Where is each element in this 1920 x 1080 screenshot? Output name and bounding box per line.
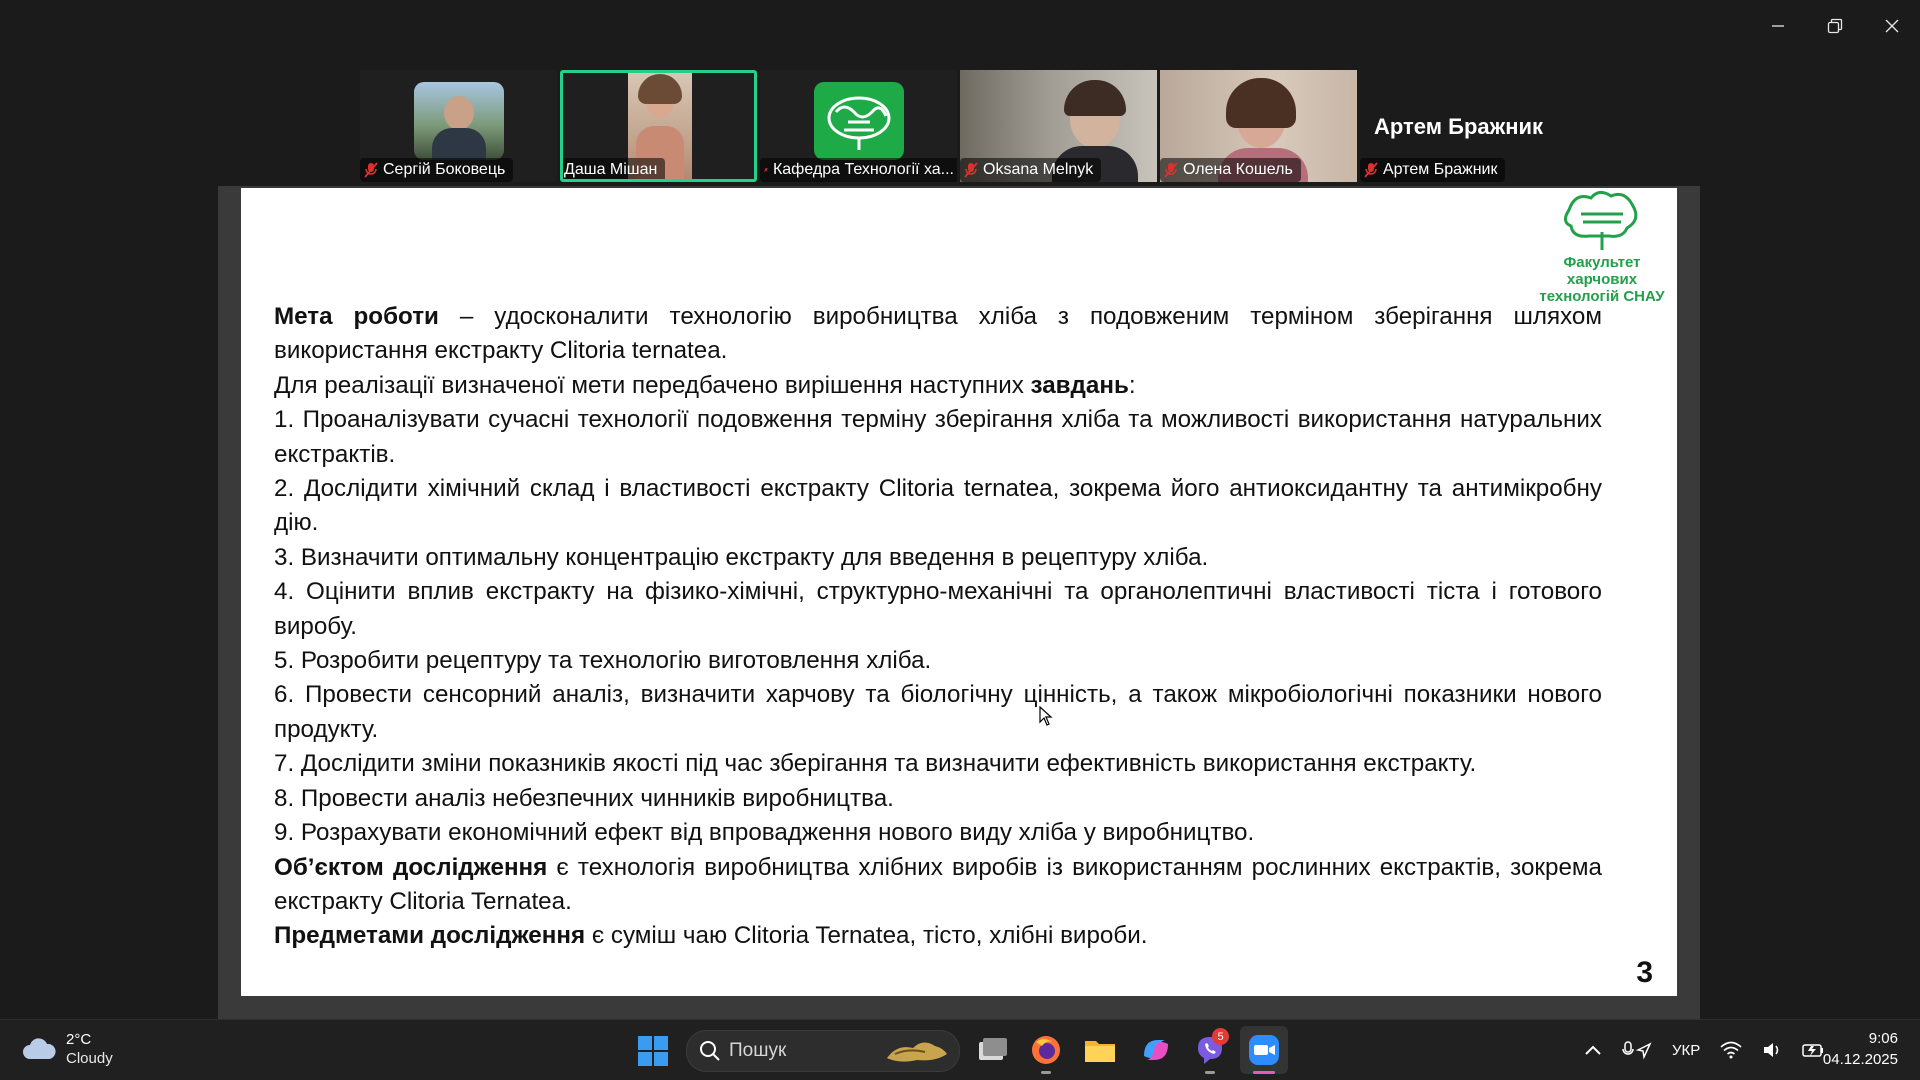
subject-text: є суміш чаю Clitoria Ternatea, тісто, хл… [585, 922, 1148, 950]
aim-paragraph: Мета роботи – удосконалити технологію ви… [274, 300, 1602, 369]
participant-tile[interactable]: Сергій Боковець [360, 70, 557, 182]
language-indicator[interactable]: УКР [1672, 1042, 1700, 1059]
subject-paragraph: Предметами дослідження є суміш чаю Clito… [274, 919, 1602, 953]
presentation-slide: Факультет харчових технологій СНАУ Мета … [241, 188, 1677, 996]
task-item: 4. Оцінити вплив екстракту на фізико-хім… [274, 578, 1602, 640]
faculty-logo-text: Факультет харчових технологій СНАУ [1539, 254, 1665, 305]
zoom-icon[interactable] [1246, 1032, 1282, 1068]
participant-name: Артем Бражник [1383, 161, 1498, 178]
chevron-up-icon[interactable] [1584, 1044, 1602, 1056]
weather-widget[interactable]: 2°C Cloudy [22, 1030, 113, 1068]
faculty-logo-icon [1564, 191, 1638, 250]
participant-name: Кафедра Технології ха... [772, 161, 954, 178]
participant-tile[interactable]: Oksana Melnyk [960, 70, 1157, 182]
participant-name-tag: Олена Кошель [1160, 158, 1301, 182]
participant-name-tag: Oksana Melnyk [960, 158, 1102, 182]
participant-tile[interactable]: Олена Кошель [1160, 70, 1357, 182]
participant-name-tag: Артем Бражник [1360, 158, 1506, 182]
clock-date: 04.12.2025 [1822, 1051, 1898, 1068]
task-item: 9. Розрахувати економічний ефект від впр… [274, 819, 1255, 847]
task-item: 3. Визначити оптимальну концентрацію екс… [274, 543, 1209, 571]
taskbar: 2°C Cloudy Пошук 5 УКР 9:06 04.12.2025 [0, 1019, 1920, 1080]
mouse-cursor-icon [1039, 706, 1053, 726]
task-item: 1. Проаналізувати сучасні технології под… [274, 406, 1602, 468]
participant-name-tag: Сергій Боковець [360, 158, 514, 182]
object-paragraph: Об’єктом дослідження є технологія виробн… [274, 851, 1602, 920]
department-logo-icon [827, 96, 890, 150]
tasks-intro-text: Для реалізації визначеної мети передбаче… [274, 371, 1031, 399]
search-icon [700, 1041, 720, 1061]
close-icon [1885, 19, 1898, 33]
task-item: 5. Розробити рецептуру та технологію виг… [274, 647, 932, 675]
faculty-logo: Факультет харчових технологій СНАУ [1527, 188, 1677, 305]
search-placeholder: Пошук [729, 1040, 787, 1061]
cloud-icon [23, 1038, 56, 1059]
taskbar-search[interactable]: Пошук [686, 1030, 960, 1072]
task-item: 7. Дослідити зміни показників якості під… [274, 750, 1477, 778]
battery-charging-icon[interactable] [1802, 1042, 1824, 1058]
task-item: 8. Провести аналіз небезпечних чинників … [274, 784, 894, 812]
object-label: Об’єктом дослідження [274, 853, 548, 881]
weather-condition: Cloudy [66, 1050, 113, 1067]
microphone-location-icon[interactable] [1622, 1040, 1652, 1060]
participant-tile-active[interactable]: Даша Мішан [560, 70, 757, 182]
avatar [813, 82, 904, 160]
weather-temp: 2°C [66, 1031, 92, 1048]
task-item: 6. Провести сенсорний аналіз, визначити … [274, 681, 1602, 743]
zoom-running-indicator [1253, 1071, 1275, 1074]
mic-off-icon [1164, 162, 1178, 178]
mic-off-icon [1364, 162, 1378, 178]
aim-text: – удосконалити технологію виробництва хл… [274, 303, 1602, 365]
participant-name-tag: Даша Мішан [560, 158, 666, 182]
participant-tile[interactable]: Кафедра Технології ха... [760, 70, 957, 182]
file-explorer-icon[interactable] [1082, 1032, 1118, 1068]
minimize-icon [1771, 25, 1784, 27]
tasks-intro: Для реалізації визначеної мети передбаче… [274, 369, 1602, 403]
tasks-word: завдань [1030, 371, 1129, 399]
mic-off-icon [964, 162, 978, 178]
system-tray: УКР [1584, 1020, 1824, 1080]
firefox-icon[interactable] [1028, 1032, 1064, 1068]
restore-button[interactable] [1806, 0, 1863, 52]
restore-icon [1827, 18, 1842, 34]
avatar [413, 82, 504, 160]
aim-label: Мета роботи [274, 303, 439, 330]
clock-time: 9:06 [1868, 1030, 1898, 1047]
task-view-icon[interactable] [974, 1032, 1010, 1068]
task-item: 2. Дослідити хімічний склад і властивост… [274, 475, 1602, 537]
participant-name: Олена Кошель [1183, 161, 1293, 178]
volume-icon[interactable] [1762, 1041, 1782, 1059]
participant-name-tag: Кафедра Технології ха... [760, 158, 957, 182]
start-button[interactable] [638, 1036, 668, 1071]
firefox-running-indicator [1041, 1071, 1051, 1074]
mic-off-icon [764, 167, 768, 173]
clock[interactable]: 9:06 04.12.2025 [1823, 1028, 1898, 1070]
copilot-icon[interactable] [1138, 1032, 1174, 1068]
close-button[interactable] [1863, 0, 1920, 52]
windows-icon [638, 1036, 668, 1066]
participant-name: Даша Мішан [564, 161, 658, 178]
mic-off-icon [364, 162, 378, 178]
participant-name: Сергій Боковець [383, 161, 506, 178]
viber-running-indicator [1205, 1071, 1215, 1074]
search-highlight-icon [887, 1042, 947, 1062]
participant-tile[interactable]: Артем Бражник [1360, 70, 1557, 182]
tasks-colon: : [1128, 371, 1136, 399]
viber-notification-badge: 5 [1212, 1028, 1229, 1045]
minimize-button[interactable] [1749, 0, 1806, 52]
wifi-icon[interactable] [1720, 1041, 1742, 1059]
slide-body: Мета роботи – удосконалити технологію ви… [274, 300, 1602, 954]
slide-page-number: 3 [1636, 956, 1653, 989]
subject-label: Предметами дослідження [274, 922, 586, 950]
participant-name: Oksana Melnyk [983, 161, 1094, 178]
window-controls [1749, 0, 1920, 52]
